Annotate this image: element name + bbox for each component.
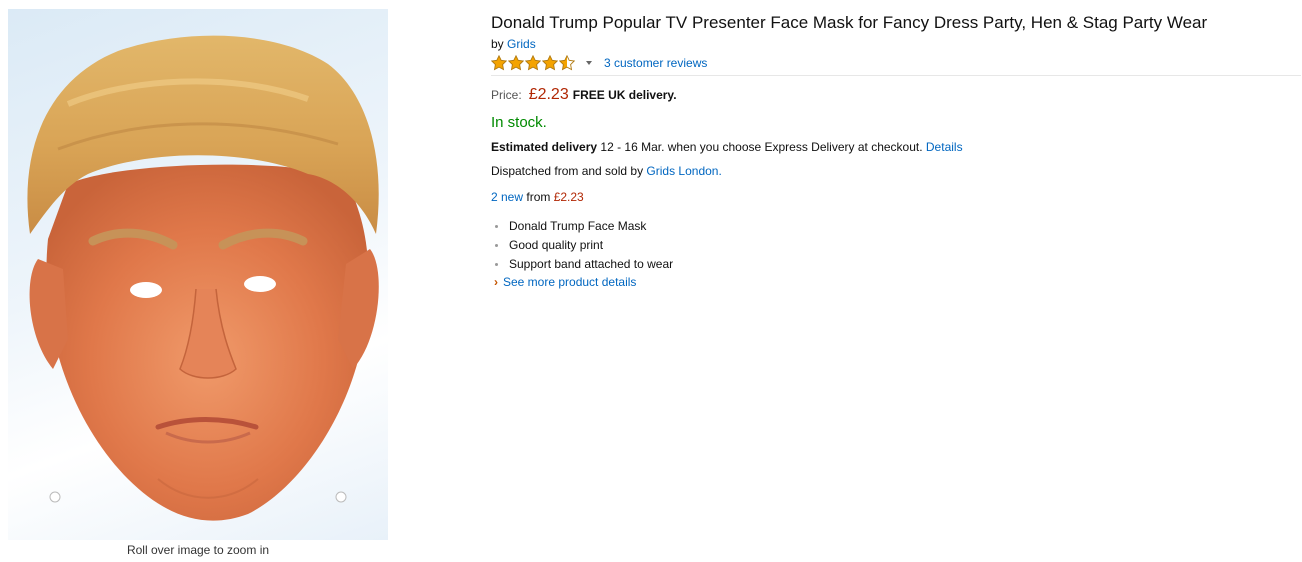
new-offers-link[interactable]: 2 new bbox=[491, 190, 523, 204]
delivery-label: Estimated delivery bbox=[491, 140, 598, 154]
zoom-hint: Roll over image to zoom in bbox=[126, 543, 270, 557]
dispatch-text: Dispatched from and sold by bbox=[491, 164, 647, 178]
star-icon bbox=[508, 55, 524, 71]
chevron-right-icon: › bbox=[494, 275, 498, 289]
price-label: Price: bbox=[491, 88, 522, 102]
seller-link[interactable]: Grids London. bbox=[646, 164, 721, 178]
feature-bullet: Good quality print bbox=[491, 237, 1301, 256]
see-more-details[interactable]: › See more product details bbox=[491, 275, 1301, 289]
by-prefix: by bbox=[491, 37, 504, 51]
feature-bullets: Donald Trump Face Mask Good quality prin… bbox=[491, 218, 1301, 275]
face-mask-illustration bbox=[27, 35, 379, 521]
price-value: £2.23 bbox=[528, 86, 569, 103]
delivery-details-link[interactable]: Details bbox=[926, 140, 963, 154]
new-from-text: from bbox=[523, 190, 554, 204]
estimated-delivery: Estimated delivery 12 - 16 Mar. when you… bbox=[491, 140, 1301, 154]
new-from-price: £2.23 bbox=[553, 190, 584, 204]
star-icon bbox=[525, 55, 541, 71]
product-image[interactable] bbox=[8, 9, 388, 540]
star-icon bbox=[491, 55, 507, 71]
star-rating-icon[interactable] bbox=[491, 55, 576, 71]
delivery-text: 12 - 16 Mar. when you choose Express Del… bbox=[597, 140, 926, 154]
free-delivery-text: FREE UK delivery. bbox=[572, 88, 677, 102]
product-page: Roll over image to zoom in Donald Trump … bbox=[0, 0, 1302, 562]
dispatch-info: Dispatched from and sold by Grids London… bbox=[491, 164, 1301, 178]
feature-bullet: Donald Trump Face Mask bbox=[491, 218, 1301, 237]
stock-status: In stock. bbox=[491, 114, 547, 131]
brand-link[interactable]: Grids bbox=[507, 37, 536, 51]
byline: by Grids bbox=[491, 37, 1301, 51]
product-title: Donald Trump Popular TV Presenter Face M… bbox=[491, 13, 1208, 32]
star-icon bbox=[559, 55, 575, 71]
product-details: Donald Trump Popular TV Presenter Face M… bbox=[491, 12, 1301, 289]
rating-row: 3 customer reviews bbox=[491, 54, 1301, 72]
divider bbox=[491, 75, 1301, 76]
see-more-details-link[interactable]: See more product details bbox=[503, 275, 636, 289]
customer-reviews-link[interactable]: 3 customer reviews bbox=[604, 56, 707, 70]
new-offers: 2 new from £2.23 bbox=[491, 190, 1301, 204]
star-icon bbox=[542, 55, 558, 71]
price-row: Price: £2.23 FREE UK delivery. bbox=[491, 86, 1301, 104]
caret-down-icon[interactable] bbox=[586, 61, 592, 65]
feature-bullet: Support band attached to wear bbox=[491, 256, 1301, 275]
